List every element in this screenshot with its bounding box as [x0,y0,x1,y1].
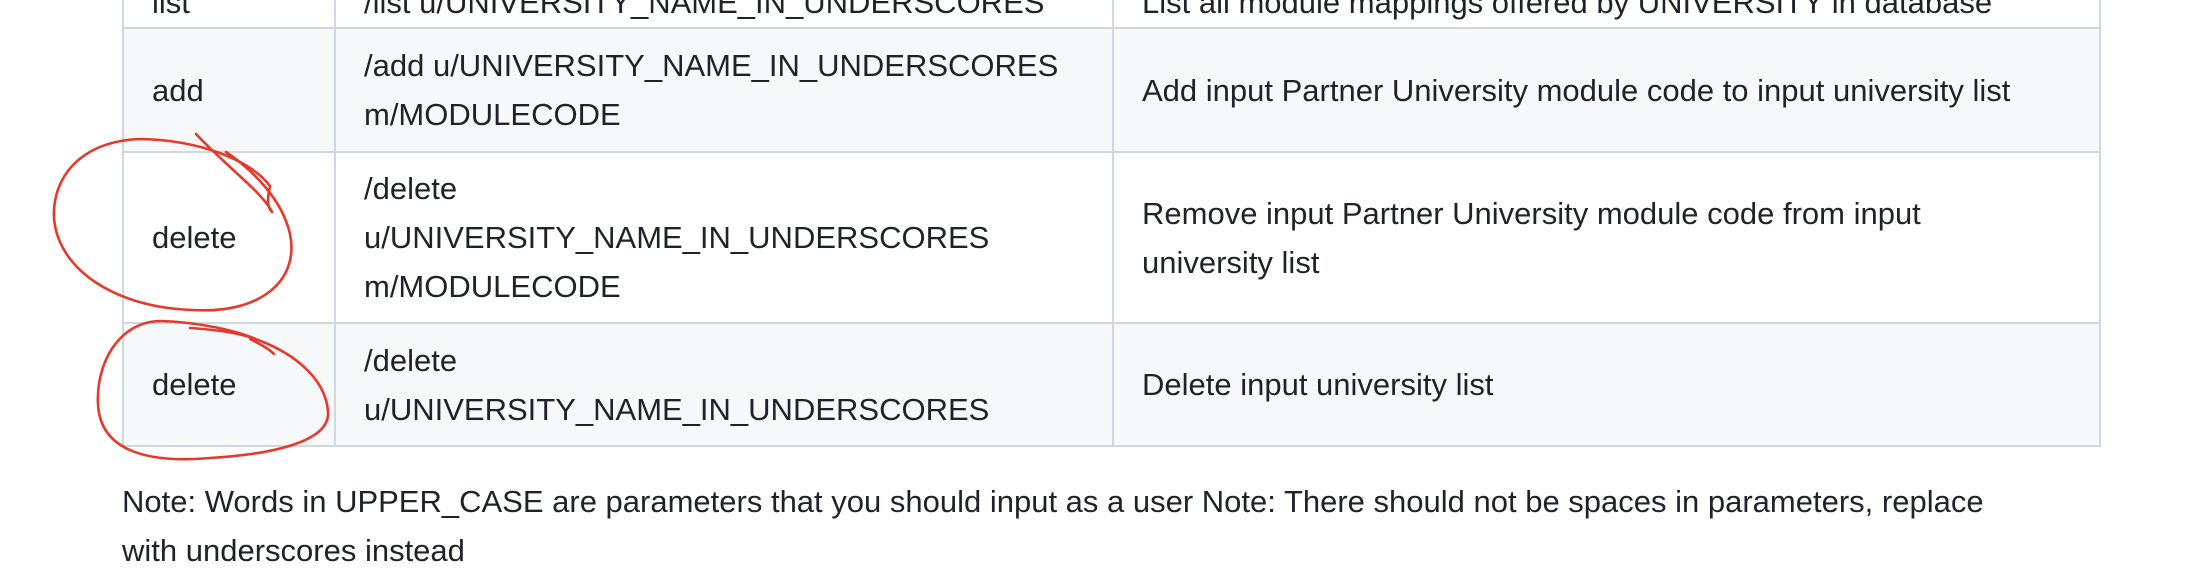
format-line: /delete [364,171,458,206]
table-row: add /add u/UNIVERSITY_NAME_IN_UNDERSCORE… [122,27,2101,153]
command-name: list [152,0,190,20]
note-line: with underscores instead [122,533,465,568]
description-cell: List all module mappings offered by UNIV… [1112,0,2101,29]
table-row: delete /delete u/UNIVERSITY_NAME_IN_UNDE… [122,151,2101,324]
format-cell: /list u/UNIVERSITY_NAME_IN_UNDERSCORES [334,0,1114,29]
table-row: delete /delete u/UNIVERSITY_NAME_IN_UNDE… [122,322,2101,447]
note-paragraph: Note: Words in UPPER_CASE are parameters… [122,477,2112,575]
command-name: delete [152,367,237,402]
description-cell: Add input Partner University module code… [1112,27,2101,153]
description-line: Add input Partner University module code… [1142,72,2011,108]
format-cell: /delete u/UNIVERSITY_NAME_IN_UNDERSCORES… [334,151,1114,324]
format-cell: /add u/UNIVERSITY_NAME_IN_UNDERSCORES m/… [334,27,1114,153]
command-cell: add [122,27,336,153]
format-cell: /delete u/UNIVERSITY_NAME_IN_UNDERSCORES [334,322,1114,447]
description-cell: Delete input university list [1112,322,2101,447]
format-line: /add u/UNIVERSITY_NAME_IN_UNDERSCORES [364,48,1059,83]
command-name: delete [152,220,237,255]
note-line: Note: Words in UPPER_CASE are parameters… [122,484,1984,519]
format-line: u/UNIVERSITY_NAME_IN_UNDERSCORES [364,220,990,255]
table-row: list /list u/UNIVERSITY_NAME_IN_UNDERSCO… [122,0,2101,29]
commands-table: list /list u/UNIVERSITY_NAME_IN_UNDERSCO… [122,0,2101,447]
description-line: university list [1142,244,1320,280]
command-cell: list [122,0,336,29]
format-line: /list u/UNIVERSITY_NAME_IN_UNDERSCORES [364,0,1045,20]
format-line: m/MODULECODE [364,97,621,132]
command-cell: delete [122,151,336,324]
command-name: add [152,72,204,108]
command-cell: delete [122,322,336,447]
description-line: List all module mappings offered by UNIV… [1142,0,1993,20]
format-line: /delete [364,342,458,378]
format-line: u/UNIVERSITY_NAME_IN_UNDERSCORES [364,391,990,427]
description-line: Delete input university list [1142,367,1494,402]
description-cell: Remove input Partner University module c… [1112,151,2101,324]
format-line: m/MODULECODE [364,269,621,304]
description-line: Remove input Partner University module c… [1142,195,1921,231]
